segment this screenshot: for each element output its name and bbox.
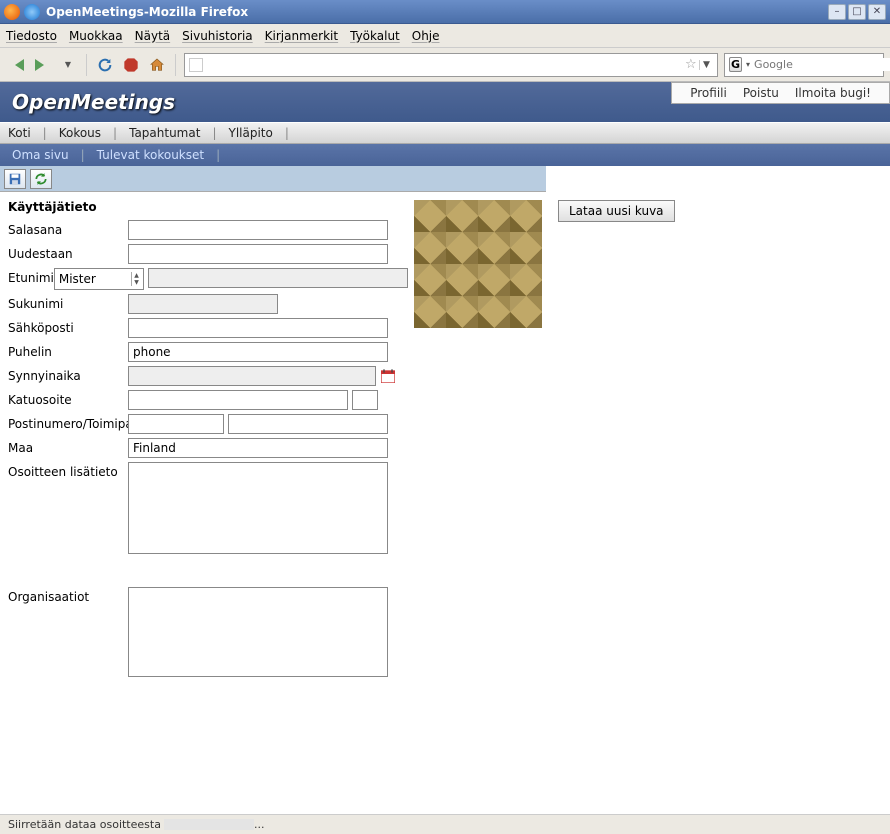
menu-file[interactable]: Tiedosto <box>6 29 57 43</box>
label-firstname: Etunimi <box>8 268 54 285</box>
label-extra: Osoitteen lisätieto <box>8 462 128 479</box>
label-phone: Puhelin <box>8 342 128 359</box>
link-logout[interactable]: Poistu <box>743 86 779 100</box>
calendar-icon[interactable] <box>380 368 396 384</box>
search-box[interactable]: G ▾ 🔍 <box>724 53 884 77</box>
password-again-input[interactable] <box>128 244 388 264</box>
tab-admin[interactable]: Ylläpito <box>228 126 272 140</box>
tabs-primary: Koti| Kokous| Tapahtumat| Ylläpito| <box>0 122 890 144</box>
phone-input[interactable] <box>128 342 388 362</box>
back-button[interactable] <box>6 55 26 75</box>
app-header: OpenMeetings Profiili Poistu Ilmoita bug… <box>0 82 890 122</box>
organisations-list[interactable] <box>128 587 388 677</box>
top-links: Profiili Poistu Ilmoita bugi! <box>671 82 890 104</box>
tab-home[interactable]: Koti <box>8 126 31 140</box>
app-brand: OpenMeetings <box>12 90 175 114</box>
search-engine-icon[interactable]: G <box>729 57 742 72</box>
street-no-input[interactable] <box>352 390 378 410</box>
email-input[interactable] <box>128 318 388 338</box>
menu-tools[interactable]: Työkalut <box>350 29 400 43</box>
label-again: Uudestaan <box>8 244 128 261</box>
home-button[interactable] <box>147 55 167 75</box>
tab-meeting[interactable]: Kokous <box>59 126 101 140</box>
spinner-down-icon[interactable]: ▼ <box>134 279 139 286</box>
url-bar[interactable]: ☆ ▼ <box>184 53 718 77</box>
app-toolbar <box>0 166 546 192</box>
tab-events[interactable]: Tapahtumat <box>129 126 200 140</box>
menu-history[interactable]: Sivuhistoria <box>182 29 253 43</box>
statusbar: Siirretään dataa osoitteesta ... <box>0 814 890 834</box>
birthdate-input[interactable] <box>128 366 376 386</box>
label-email: Sähköposti <box>8 318 128 335</box>
refresh-button[interactable] <box>30 169 52 189</box>
tabs-secondary: Oma sivu| Tulevat kokoukset| <box>0 144 890 166</box>
label-orgs: Organisaatiot <box>8 587 128 604</box>
close-button[interactable]: ✕ <box>868 4 886 20</box>
minimize-button[interactable]: – <box>828 4 846 20</box>
firstname-input[interactable] <box>148 268 408 288</box>
label-lastname: Sukunimi <box>8 294 128 311</box>
forward-button[interactable] <box>32 55 52 75</box>
bookmark-star-icon[interactable]: ☆ <box>685 57 699 72</box>
menu-bookmarks[interactable]: Kirjanmerkit <box>265 29 338 43</box>
link-report-bug[interactable]: Ilmoita bugi! <box>795 86 871 100</box>
menu-help[interactable]: Ohje <box>412 29 440 43</box>
extra-address-input[interactable] <box>128 462 388 554</box>
search-input[interactable] <box>754 58 890 71</box>
window-titlebar: OpenMeetings-Mozilla Firefox – □ ✕ <box>0 0 890 24</box>
page-icon <box>189 58 203 72</box>
reload-button[interactable] <box>95 55 115 75</box>
subtab-mypage[interactable]: Oma sivu <box>12 148 69 162</box>
label-zip-city: Postinumero/Toimipaikka <box>8 414 128 431</box>
save-button[interactable] <box>4 169 26 189</box>
subtab-upcoming[interactable]: Tulevat kokoukset <box>97 148 204 162</box>
search-engine-dropdown[interactable]: ▾ <box>746 60 750 69</box>
url-dropdown[interactable]: ▼ <box>699 60 713 70</box>
status-suffix: ... <box>254 818 265 831</box>
city-input[interactable] <box>228 414 388 434</box>
user-form: Käyttäjätieto Salasana Uudestaan Etunimi… <box>8 200 398 684</box>
zip-input[interactable] <box>128 414 224 434</box>
browser-menubar: Tiedosto Muokkaa Näytä Sivuhistoria Kirj… <box>0 24 890 48</box>
menu-edit[interactable]: Muokkaa <box>69 29 123 43</box>
maximize-button[interactable]: □ <box>848 4 866 20</box>
link-profile[interactable]: Profiili <box>690 86 727 100</box>
upload-avatar-button[interactable]: Lataa uusi kuva <box>558 200 675 222</box>
forward-dropdown[interactable]: ▼ <box>58 55 78 75</box>
title-select-value: Mister <box>59 272 96 286</box>
label-country: Maa <box>8 438 128 455</box>
password-input[interactable] <box>128 220 388 240</box>
menu-view[interactable]: Näytä <box>135 29 171 43</box>
street-input[interactable] <box>128 390 348 410</box>
status-text: Siirretään dataa osoitteesta <box>8 818 161 831</box>
status-host-redacted <box>164 819 254 830</box>
avatar-image <box>414 200 542 328</box>
browser-toolbar: ▼ ☆ ▼ G ▾ 🔍 <box>0 48 890 82</box>
lastname-input[interactable] <box>128 294 278 314</box>
section-title: Käyttäjätieto <box>8 200 398 214</box>
label-street: Katuosoite <box>8 390 128 407</box>
spinner-up-icon[interactable]: ▲ <box>134 272 139 279</box>
country-input[interactable] <box>128 438 388 458</box>
label-birthdate: Synnyinaika <box>8 366 128 383</box>
label-password: Salasana <box>8 220 128 237</box>
globe-icon <box>24 4 40 20</box>
window-title: OpenMeetings-Mozilla Firefox <box>46 5 828 19</box>
stop-button[interactable] <box>121 55 141 75</box>
title-select[interactable]: Mister ▲▼ <box>54 268 144 290</box>
firefox-icon <box>4 4 20 20</box>
